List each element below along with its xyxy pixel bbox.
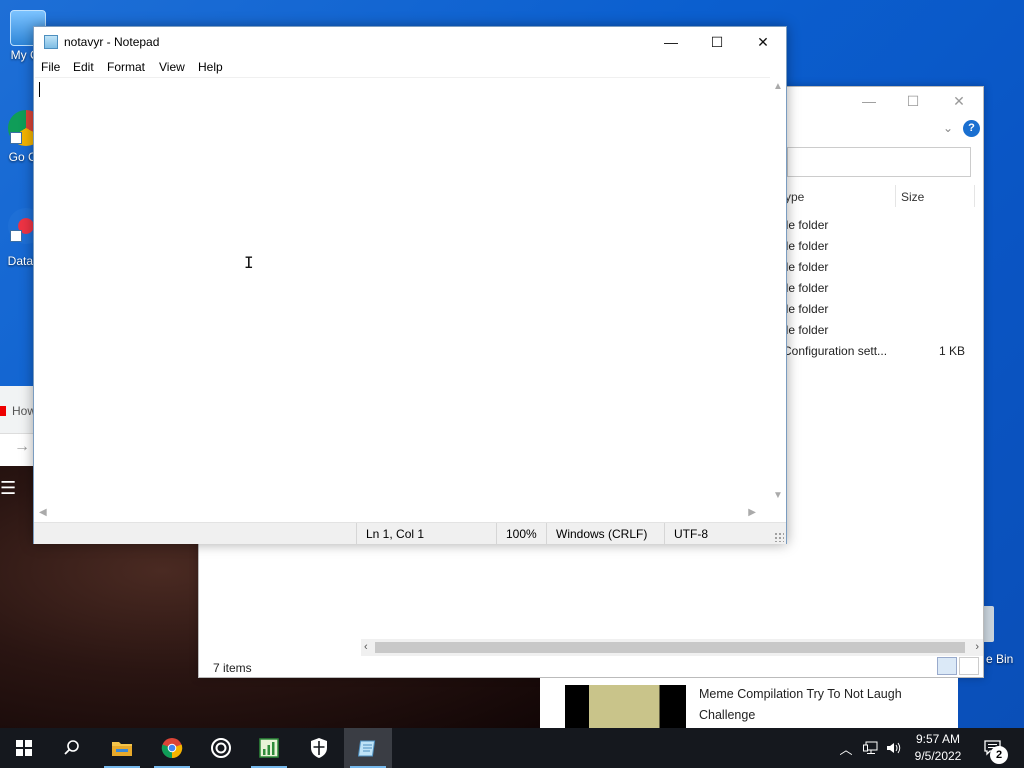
start-icon <box>16 740 32 756</box>
list-item[interactable]: ile folder <box>783 278 973 299</box>
scroll-left-icon[interactable]: ‹ <box>364 639 368 656</box>
notepad-window: notavyr - Notepad — ☐ ✕ File Edit Format… <box>33 26 787 545</box>
column-header-type[interactable]: ype <box>785 190 804 204</box>
item-type: ile folder <box>783 281 829 295</box>
taskbar-file-explorer[interactable] <box>98 728 146 768</box>
list-item[interactable]: ile folder <box>783 320 973 341</box>
resize-grip-icon[interactable] <box>774 532 784 542</box>
notification-count-badge: 2 <box>990 746 1008 764</box>
volume-icon[interactable] <box>884 728 904 768</box>
scroll-right-icon[interactable]: › <box>975 639 979 656</box>
title-bar[interactable]: notavyr - Notepad — ☐ ✕ <box>34 27 786 57</box>
list-item[interactable]: ile folder <box>783 236 973 257</box>
large-icons-view-icon[interactable] <box>959 657 979 675</box>
video-title[interactable]: Meme Compilation Try To Not Laugh Challe… <box>699 684 939 726</box>
scroll-down-icon[interactable]: ▼ <box>773 490 783 501</box>
clock-date: 9/5/2022 <box>914 749 962 763</box>
menu-file[interactable]: File <box>41 60 60 74</box>
menu-bar: File Edit Format View Help <box>34 57 786 77</box>
close-button[interactable]: ✕ <box>939 93 979 110</box>
status-position: Ln 1, Col 1 <box>356 523 496 545</box>
shortcut-arrow-icon <box>10 230 22 242</box>
network-icon[interactable] <box>860 728 882 768</box>
item-type: ile folder <box>783 323 829 337</box>
taskbar-spreadsheet[interactable] <box>245 728 293 768</box>
column-divider[interactable] <box>974 185 975 207</box>
clock[interactable]: 9:57 AM 9/5/2022 <box>904 731 972 765</box>
notepad-icon <box>358 740 376 757</box>
scroll-up-icon[interactable]: ▲ <box>773 81 783 92</box>
youtube-icon <box>0 406 6 416</box>
menu-view[interactable]: View <box>159 60 185 74</box>
list-item[interactable]: Configuration sett... 1 KB <box>783 341 973 362</box>
horizontal-scrollbar[interactable]: ‹ › <box>361 639 983 656</box>
scrollbar-thumb[interactable] <box>375 642 965 653</box>
taskbar-security[interactable] <box>295 728 343 768</box>
chevron-down-icon[interactable]: ⌄ <box>943 121 953 135</box>
recycle-bin-label: e Bin <box>986 652 1014 666</box>
text-caret <box>39 82 40 97</box>
details-view-icon[interactable] <box>937 657 957 675</box>
search-input[interactable] <box>787 147 971 177</box>
notepad-icon <box>44 35 58 49</box>
column-header-size[interactable]: Size <box>901 190 924 204</box>
scroll-left-icon[interactable]: ◀ <box>39 507 47 518</box>
menu-help[interactable]: Help <box>198 60 223 74</box>
vertical-scrollbar[interactable]: ▲ ▼ <box>770 77 786 505</box>
column-divider[interactable] <box>895 185 896 207</box>
item-type: ile folder <box>783 239 829 253</box>
video-notification[interactable]: Meme Compilation Try To Not Laugh Challe… <box>540 678 958 755</box>
list-item[interactable]: ile folder <box>783 215 973 236</box>
item-type: ile folder <box>783 218 829 232</box>
search-button[interactable] <box>48 728 96 768</box>
show-hidden-icons-chevron-icon[interactable]: ︿ <box>836 728 856 768</box>
status-zoom: 100% <box>496 523 546 545</box>
taskbar-notepad[interactable] <box>344 728 392 768</box>
text-editor[interactable] <box>35 77 770 505</box>
maximize-button[interactable]: ☐ <box>893 93 933 110</box>
status-encoding: UTF-8 <box>664 523 774 545</box>
window-title: notavyr - Notepad <box>64 35 160 49</box>
spreadsheet-icon <box>259 738 279 758</box>
item-type: ile folder <box>783 302 829 316</box>
help-icon[interactable]: ? <box>963 120 980 137</box>
menu-edit[interactable]: Edit <box>73 60 94 74</box>
clock-time: 9:57 AM <box>915 732 961 746</box>
ibeam-cursor-icon: I <box>244 253 254 272</box>
item-type: Configuration sett... <box>783 344 888 358</box>
horizontal-scrollbar[interactable]: ◀ ▶ <box>35 505 770 522</box>
status-bar: Ln 1, Col 1 100% Windows (CRLF) UTF-8 <box>34 522 786 545</box>
forward-arrow-icon[interactable]: → <box>14 438 30 456</box>
status-line-ending: Windows (CRLF) <box>546 523 664 545</box>
list-item[interactable]: ile folder <box>783 299 973 320</box>
minimize-button[interactable]: — <box>849 93 889 109</box>
maximize-button[interactable]: ☐ <box>694 27 740 57</box>
search-icon <box>64 740 79 755</box>
item-type: ile folder <box>783 260 829 274</box>
taskbar: ︿ 9:57 AM 9/5/2022 <box>0 728 1024 768</box>
taskbar-target-app[interactable] <box>197 728 245 768</box>
start-button[interactable] <box>0 728 48 768</box>
speaker-icon <box>887 742 901 754</box>
file-explorer-icon <box>112 742 132 756</box>
shield-icon <box>311 738 327 758</box>
menu-format[interactable]: Format <box>107 60 145 74</box>
item-count: 7 items <box>213 661 252 675</box>
item-size: 1 KB <box>938 344 965 358</box>
scroll-right-icon[interactable]: ▶ <box>748 507 756 518</box>
list-item[interactable]: ile folder <box>783 257 973 278</box>
close-button[interactable]: ✕ <box>740 27 786 57</box>
hamburger-menu-icon[interactable]: ☰ <box>0 478 16 499</box>
network-icon-glyph <box>863 741 878 754</box>
target-icon <box>211 738 231 758</box>
shortcut-arrow-icon <box>10 132 22 144</box>
minimize-button[interactable]: — <box>648 27 694 57</box>
chrome-icon <box>161 738 183 759</box>
taskbar-chrome[interactable] <box>148 728 196 768</box>
